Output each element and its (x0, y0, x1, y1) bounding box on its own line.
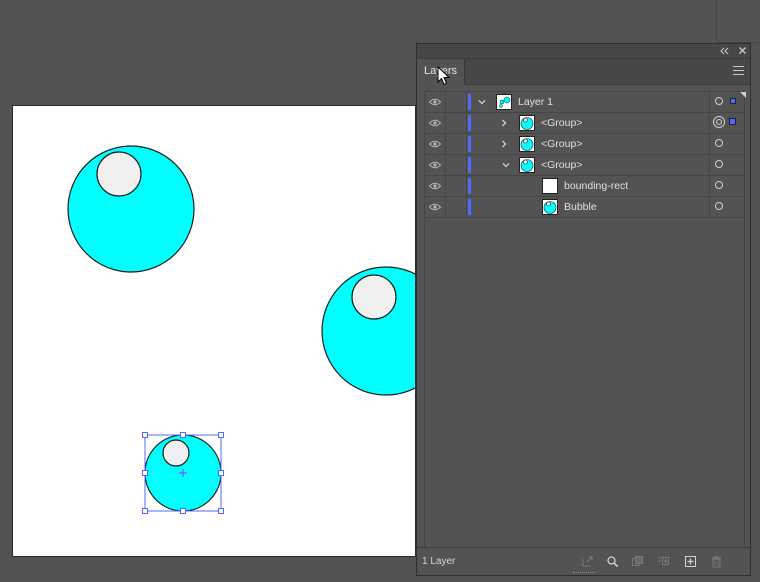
layer-color-bar (468, 115, 471, 131)
illustrator-workspace: Layers Layer 1 (0, 0, 760, 582)
mouse-pointer-icon (437, 66, 451, 86)
layer-thumbnail (542, 199, 558, 215)
lock-toggle[interactable] (446, 134, 467, 154)
visibility-toggle[interactable] (425, 197, 446, 217)
layer-row-bounding-rect[interactable]: bounding-rect (425, 176, 744, 197)
layer-name-label[interactable]: bounding-rect (564, 180, 628, 192)
eye-icon (429, 161, 441, 169)
layer-thumbnail (519, 157, 535, 173)
clipping-mask-icon[interactable] (631, 555, 644, 568)
layer-thumbnail (496, 94, 512, 110)
new-layer-icon[interactable] (684, 555, 697, 568)
eye-icon (429, 182, 441, 190)
bubble-highlight[interactable] (351, 274, 397, 320)
layer-color-bar (468, 199, 471, 215)
target-circle-icon[interactable] (715, 202, 723, 210)
layer-row-group[interactable]: <Group> (425, 113, 744, 134)
panel-tab-bar: Layers (417, 59, 750, 85)
selection-indicator[interactable] (730, 98, 736, 104)
layer-thumbnail (542, 178, 558, 194)
layer-color-bar (468, 94, 471, 110)
layer-target-cell[interactable] (709, 92, 746, 112)
double-chevron-left-icon[interactable] (720, 44, 729, 58)
chevron-down-icon[interactable] (477, 97, 487, 107)
eye-icon (429, 98, 441, 106)
window-edge-line (716, 0, 717, 43)
layer-name-label[interactable]: <Group> (541, 159, 582, 171)
resize-grip[interactable] (573, 572, 595, 576)
handle-middle-left[interactable] (142, 470, 148, 476)
lock-toggle[interactable] (446, 113, 467, 133)
close-icon[interactable] (738, 44, 747, 58)
handle-top-right[interactable] (218, 432, 224, 438)
handle-middle-right[interactable] (218, 470, 224, 476)
layer-row-bubble[interactable]: Bubble (425, 197, 744, 218)
layer-target-cell[interactable] (709, 134, 746, 154)
lock-toggle[interactable] (446, 176, 467, 196)
handle-top-left[interactable] (142, 432, 148, 438)
layer-color-bar (468, 178, 471, 194)
target-circle-icon[interactable] (715, 181, 723, 189)
eye-icon (429, 203, 441, 211)
visibility-toggle[interactable] (425, 176, 446, 196)
artboard-canvas[interactable] (13, 106, 416, 557)
handle-bottom-right[interactable] (218, 508, 224, 514)
layer-name-label[interactable]: Bubble (564, 201, 597, 213)
layer-name-label[interactable]: <Group> (541, 117, 582, 129)
eye-icon (429, 140, 441, 148)
layer-target-cell[interactable] (709, 176, 746, 196)
handle-bottom-center[interactable] (180, 508, 186, 514)
handle-bottom-left[interactable] (142, 508, 148, 514)
layer-target-cell[interactable] (709, 197, 746, 217)
layers-panel: Layers Layer 1 (416, 43, 751, 576)
bubble-group-2[interactable] (321, 266, 416, 396)
layer-count-label: 1 Layer (422, 556, 456, 567)
bubble-group-1[interactable] (67, 145, 195, 273)
layer-row-group[interactable]: <Group> (425, 134, 744, 155)
layers-list[interactable]: Layer 1 <Group> <Group> <Group> bounding… (424, 91, 746, 550)
layer-row-layer-1[interactable]: Layer 1 (425, 92, 746, 113)
lock-toggle[interactable] (446, 197, 467, 217)
layer-target-cell[interactable] (709, 155, 746, 175)
layer-color-bar (468, 136, 471, 152)
lock-toggle[interactable] (446, 92, 467, 112)
bubble-highlight[interactable] (96, 151, 142, 197)
bubble-group-3-selected[interactable] (142, 432, 224, 514)
visibility-toggle[interactable] (425, 113, 446, 133)
current-layer-indicator (740, 92, 746, 98)
hamburger-menu-icon[interactable] (733, 66, 744, 75)
new-sublayer-icon[interactable] (657, 555, 670, 568)
layer-row-group[interactable]: <Group> (425, 155, 744, 176)
layer-thumbnail (519, 115, 535, 131)
target-circle-selected-icon[interactable] (713, 116, 725, 128)
visibility-toggle[interactable] (425, 134, 446, 154)
target-circle-icon[interactable] (715, 160, 723, 168)
artboard[interactable] (12, 105, 416, 557)
bubble-highlight[interactable] (162, 439, 190, 467)
layer-name-label[interactable]: Layer 1 (518, 96, 553, 108)
chevron-right-icon[interactable] (499, 118, 509, 128)
trash-icon[interactable] (710, 555, 723, 568)
chevron-down-icon[interactable] (501, 160, 511, 170)
selection-indicator[interactable] (729, 118, 736, 125)
panel-footer: 1 Layer (417, 547, 750, 575)
layer-name-label[interactable]: <Group> (541, 138, 582, 150)
layer-thumbnail (519, 136, 535, 152)
visibility-toggle[interactable] (425, 155, 446, 175)
panel-title-bar[interactable] (417, 44, 750, 59)
handle-top-center[interactable] (180, 432, 186, 438)
eye-icon (429, 119, 441, 127)
target-circle-icon[interactable] (715, 139, 723, 147)
layer-target-cell[interactable] (709, 113, 746, 133)
visibility-toggle[interactable] (425, 92, 446, 112)
export-icon[interactable] (581, 555, 594, 568)
search-icon[interactable] (606, 555, 619, 568)
chevron-right-icon[interactable] (499, 139, 509, 149)
layer-color-bar (468, 157, 471, 173)
lock-toggle[interactable] (446, 155, 467, 175)
target-circle-icon[interactable] (715, 97, 723, 105)
